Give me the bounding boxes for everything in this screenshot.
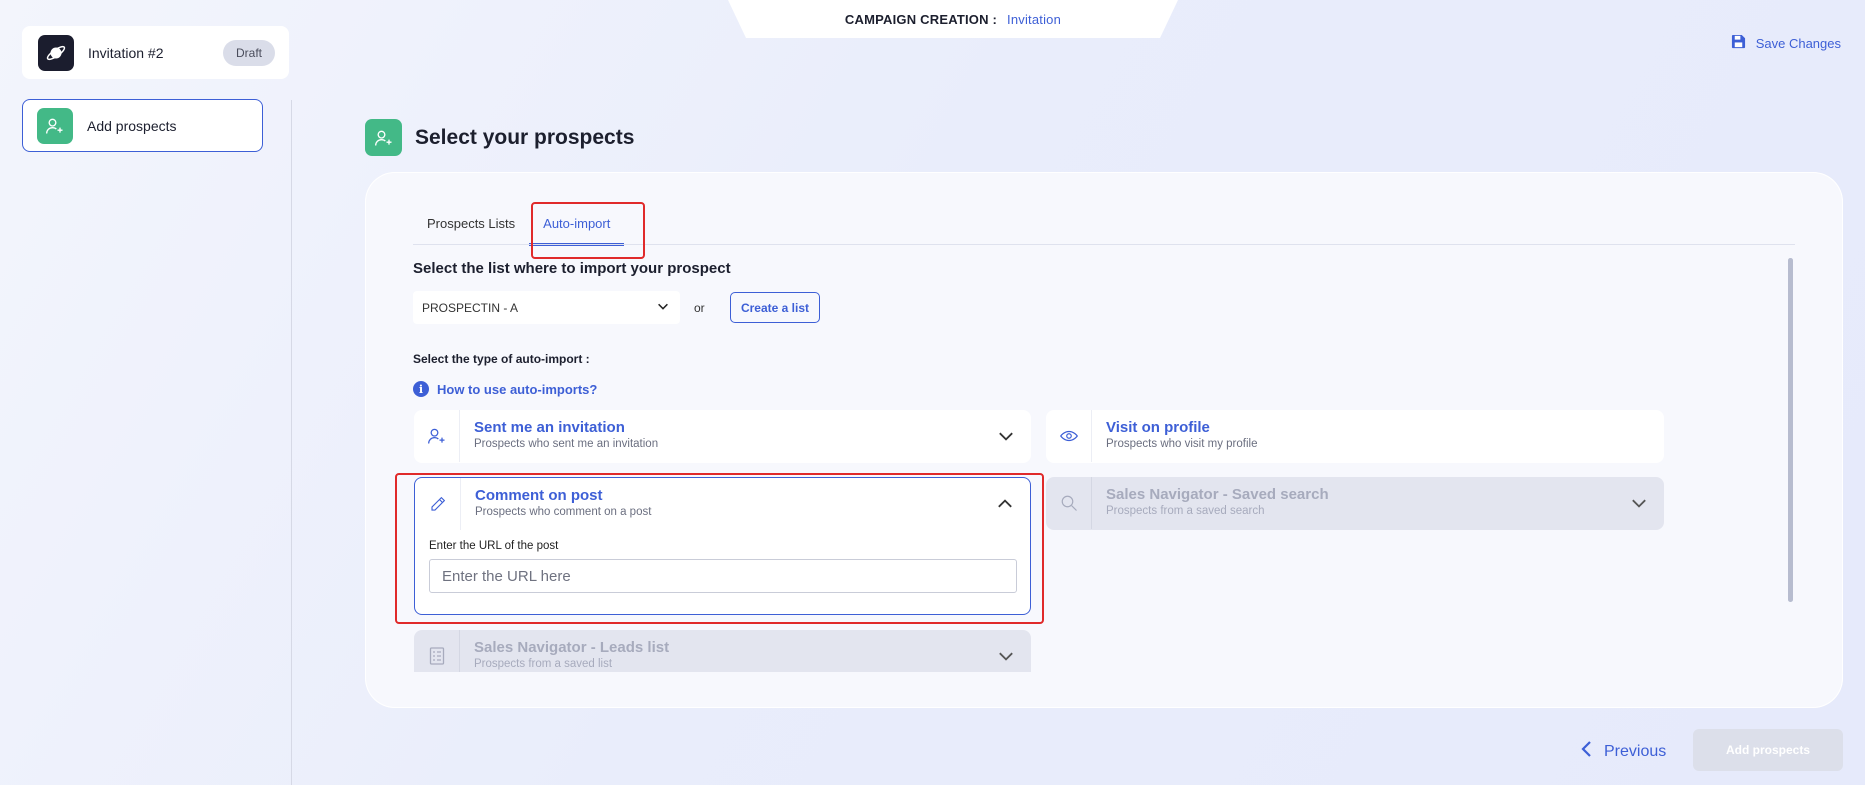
chevron-down-icon[interactable] (981, 630, 1031, 672)
chevron-down-icon (656, 299, 670, 316)
clip-container: Sales Navigator - Leads list Prospects f… (414, 630, 1031, 672)
previous-label: Previous (1604, 742, 1667, 760)
list-icon (414, 630, 460, 672)
import-type-leads-list[interactable]: Sales Navigator - Leads list Prospects f… (414, 630, 1031, 672)
highlight-box-tab (531, 202, 645, 259)
import-type-title: Sales Navigator - Leads list (474, 639, 670, 656)
save-changes-button[interactable]: Save Changes (1731, 34, 1841, 52)
campaign-header-tab: CAMPAIGN CREATION : Invitation (728, 0, 1178, 38)
import-type-visit-profile[interactable]: Visit on profile Prospects who visit my … (1046, 410, 1664, 463)
import-type-title: Sales Navigator - Saved search (1106, 486, 1329, 503)
import-type-title: Visit on profile (1106, 419, 1210, 436)
campaign-card[interactable]: Invitation #2 Draft (22, 26, 289, 79)
import-type-subtitle: Prospects from a saved search (1106, 505, 1265, 517)
campaign-name: Invitation #2 (88, 44, 164, 61)
how-to-link[interactable]: i How to use auto-imports? (413, 381, 597, 397)
tab-prospects-lists[interactable]: Prospects Lists (413, 206, 529, 246)
sidebar-divider (291, 100, 292, 785)
eye-icon (1046, 410, 1092, 462)
planet-icon (38, 34, 74, 71)
import-type-subtitle: Prospects who sent me an invitation (474, 438, 659, 450)
import-type-sent-invitation[interactable]: Sent me an invitation Prospects who sent… (414, 410, 1031, 463)
chevron-left-icon (1580, 740, 1594, 763)
user-plus-icon (365, 119, 402, 156)
highlight-box-comment (395, 473, 1044, 624)
search-icon (1046, 477, 1092, 529)
create-list-button[interactable]: Create a list (730, 292, 820, 323)
previous-button[interactable]: Previous (1580, 740, 1666, 763)
save-changes-label: Save Changes (1755, 35, 1841, 51)
scrollbar-thumb[interactable] (1788, 258, 1793, 602)
import-type-saved-search[interactable]: Sales Navigator - Saved search Prospects… (1046, 477, 1664, 530)
sidebar-step-label: Add prospects (87, 117, 177, 134)
campaign-type-value: Invitation (1007, 11, 1062, 27)
list-section-label: Select the list where to import your pro… (413, 260, 731, 277)
chevron-down-icon[interactable] (1614, 477, 1664, 529)
import-type-title: Sent me an invitation (474, 419, 625, 436)
list-select-value: PROSPECTIN - A (422, 300, 519, 315)
sidebar-step-add-prospects[interactable]: Add prospects (22, 99, 263, 152)
auto-import-type-label: Select the type of auto-import : (413, 352, 590, 366)
list-select[interactable]: PROSPECTIN - A (413, 291, 680, 324)
how-to-link-label: How to use auto-imports? (437, 381, 598, 397)
import-type-subtitle: Prospects from a saved list (474, 658, 613, 670)
campaign-header-label: CAMPAIGN CREATION : (844, 11, 998, 27)
info-icon: i (413, 381, 429, 397)
chevron-down-icon[interactable] (981, 410, 1031, 462)
status-badge: Draft (222, 39, 275, 66)
import-type-subtitle: Prospects who visit my profile (1106, 438, 1258, 450)
floppy-disk-icon (1731, 34, 1746, 52)
user-plus-icon (37, 107, 73, 144)
add-prospects-button[interactable]: Add prospects (1693, 729, 1843, 771)
or-text: or (694, 301, 705, 315)
page-title: Select your prospects (415, 126, 635, 149)
user-plus-icon (414, 410, 460, 462)
